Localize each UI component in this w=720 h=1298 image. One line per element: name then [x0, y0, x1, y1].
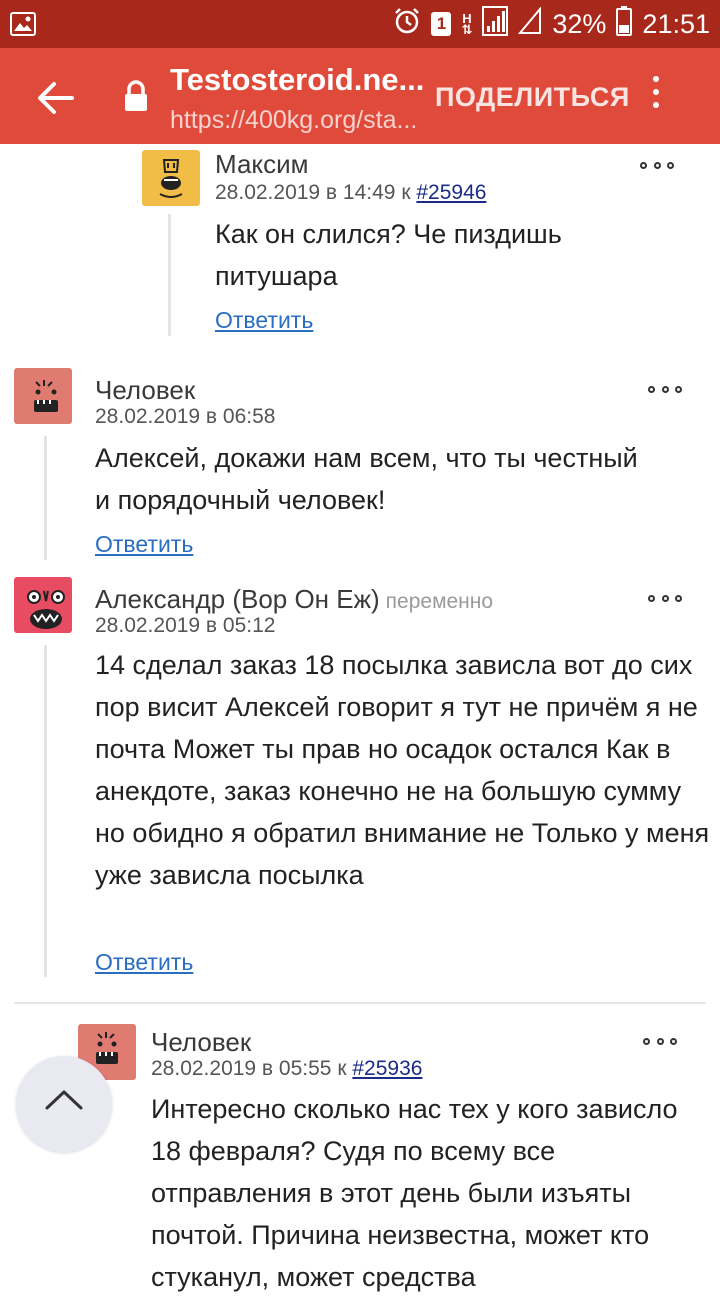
avatar: [14, 577, 72, 633]
divider: [14, 1002, 706, 1004]
comment-options-icon[interactable]: [640, 162, 674, 172]
comment-meta: 28.02.2019 в 06:58: [95, 405, 276, 428]
page-url[interactable]: https://400kg.org/sta...: [170, 106, 417, 135]
gallery-notification-icon: [10, 12, 36, 41]
back-arrow-icon[interactable]: [36, 78, 76, 118]
thread-line: [44, 645, 47, 977]
page-title: Testosteroid.ne...: [170, 62, 425, 97]
chevron-up-icon: [45, 1090, 83, 1110]
comment-reference-link[interactable]: #25946: [416, 181, 486, 204]
avatar: [14, 368, 72, 424]
comment-meta: 28.02.2019 в 05:55 к #25936: [151, 1057, 423, 1080]
comment-options-icon[interactable]: [643, 1038, 677, 1048]
comment-text: Как он слился? Че пиздишь питушара: [215, 219, 562, 291]
app-bar: Testosteroid.ne... https://400kg.org/sta…: [0, 48, 720, 144]
comment-text: Алексей, докажи нам всем, что ты честный…: [95, 443, 638, 515]
share-button[interactable]: ПОДЕЛИТЬСЯ: [435, 82, 630, 113]
sim-badge: 1: [431, 12, 452, 36]
comment-author: Александр (Вор Он Еж) переменно: [95, 584, 494, 614]
more-options-icon[interactable]: [648, 76, 664, 116]
alarm-icon: [393, 7, 421, 42]
comment-author: Человек: [151, 1027, 252, 1057]
lock-icon: [122, 80, 150, 112]
reply-link[interactable]: Ответить: [95, 949, 193, 976]
battery-percent: 32%: [552, 8, 607, 39]
comment-text: Интересно сколько нас тех у кого зависло…: [151, 1094, 678, 1292]
signal-2-icon: [518, 5, 542, 42]
comment-meta: 28.02.2019 в 14:49 к #25946: [215, 181, 487, 204]
reply-link[interactable]: Ответить: [215, 307, 313, 334]
author-status: переменно: [385, 590, 494, 613]
comment-text: 14 сделал заказ 18 посылка зависла вот д…: [95, 650, 710, 890]
reply-link[interactable]: Ответить: [95, 531, 193, 558]
thread-line: [168, 214, 171, 336]
comment-reference-link[interactable]: #25936: [352, 1057, 422, 1080]
comment-options-icon[interactable]: [648, 595, 682, 605]
thread-line: [44, 436, 47, 560]
comment-author: Человек: [95, 375, 196, 405]
clock: 21:51: [642, 8, 710, 39]
signal-icon: [482, 5, 509, 43]
status-bar: 1 H ⇅ 32% 21:51: [0, 0, 720, 48]
battery-icon: [616, 5, 633, 43]
scroll-to-top-button[interactable]: [16, 1056, 112, 1152]
comment-options-icon[interactable]: [648, 386, 682, 396]
comment-meta: 28.02.2019 в 05:12: [95, 614, 276, 637]
comment-author: Максим: [215, 149, 309, 179]
avatar: [142, 150, 200, 206]
network-type-icon: H ⇅: [461, 11, 473, 37]
